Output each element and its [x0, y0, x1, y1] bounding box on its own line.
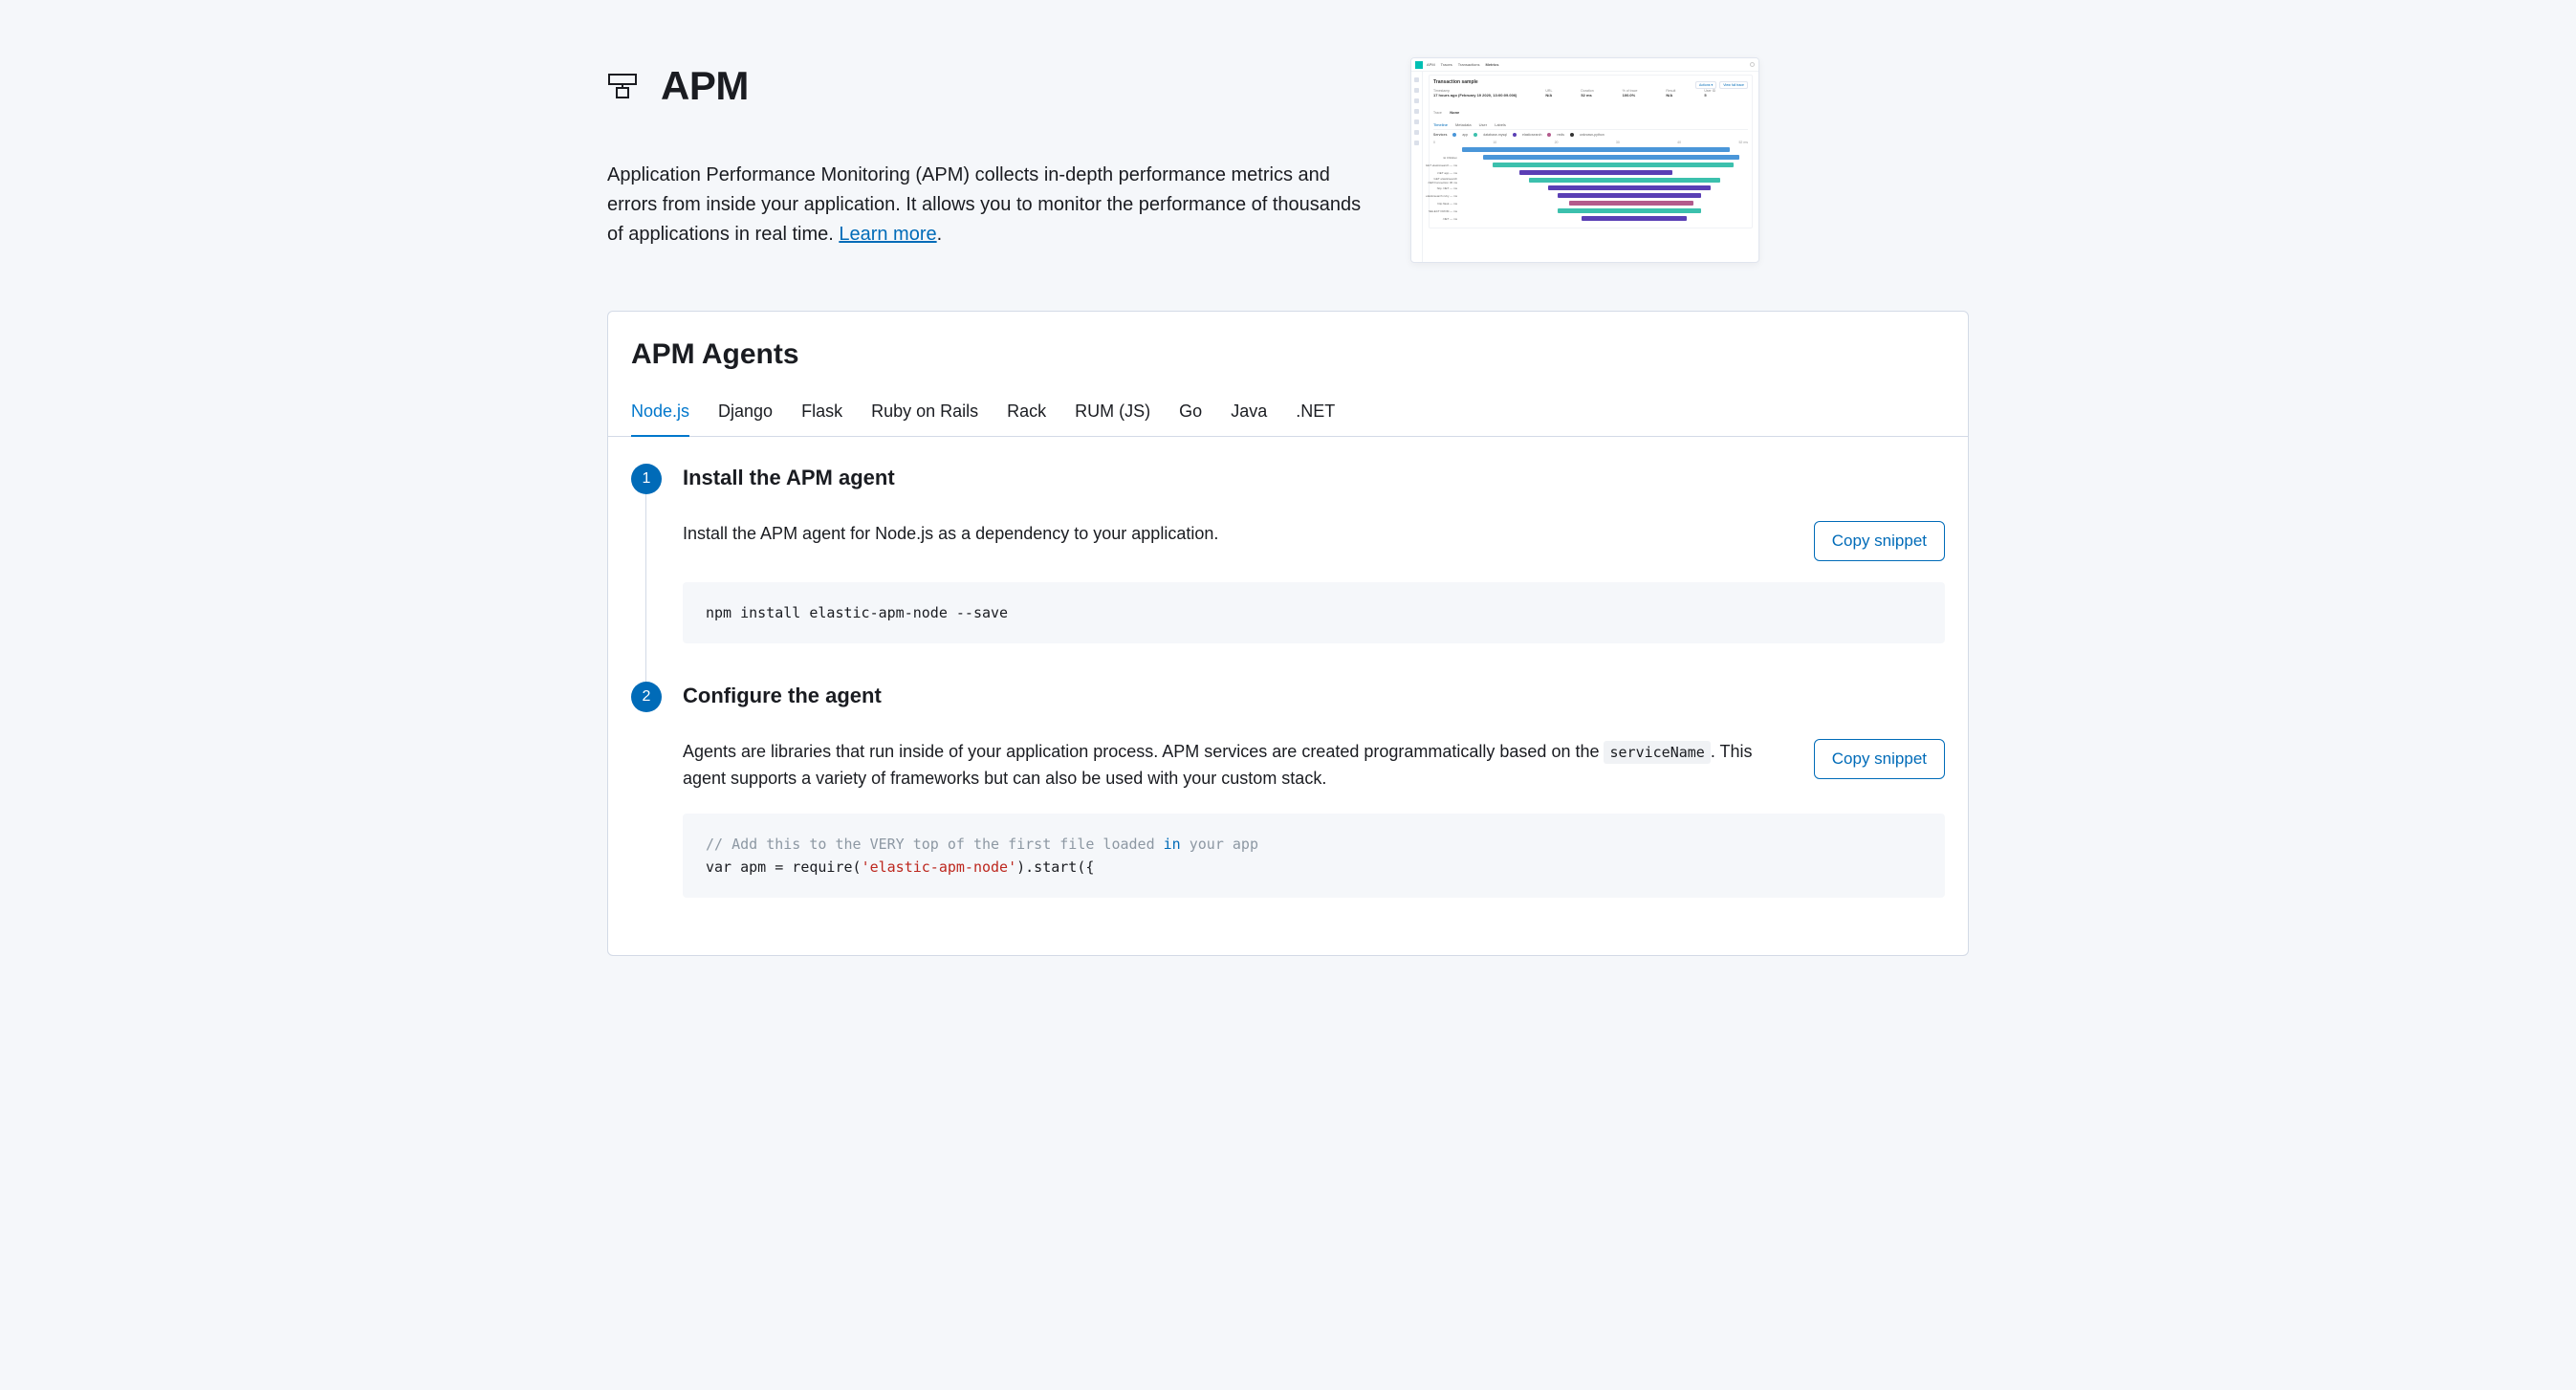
- step-number: 1: [631, 464, 662, 494]
- tab-java[interactable]: Java: [1231, 392, 1267, 437]
- tab-go[interactable]: Go: [1179, 392, 1202, 437]
- page-title: APM: [661, 63, 749, 109]
- tab-django[interactable]: Django: [718, 392, 773, 437]
- apm-agents-card: APM Agents Node.js Django Flask Ruby on Rai…: [607, 311, 1969, 956]
- tab-rum-js-[interactable]: RUM (JS): [1075, 392, 1150, 437]
- preview-thumbnail: APMTracesTransactionsMetrics Transaction…: [1410, 57, 1759, 263]
- tab-rack[interactable]: Rack: [1007, 392, 1046, 437]
- code-snippet: // Add this to the VERY top of the first…: [683, 814, 1945, 898]
- code-snippet: npm install elastic-apm-node --save: [683, 582, 1945, 643]
- tab-ruby-on-rails[interactable]: Ruby on Rails: [871, 392, 978, 437]
- step-number: 2: [631, 682, 662, 712]
- apm-icon: [607, 71, 638, 101]
- step-title: Configure the agent: [683, 684, 1945, 708]
- tab--net[interactable]: .NET: [1296, 392, 1335, 437]
- search-icon: [1750, 62, 1755, 67]
- page-description: Application Performance Monitoring (APM)…: [607, 161, 1363, 250]
- copy-snippet-button[interactable]: Copy snippet: [1814, 521, 1945, 561]
- agents-heading: APM Agents: [608, 338, 1968, 379]
- learn-more-link[interactable]: Learn more: [839, 224, 936, 245]
- copy-snippet-button[interactable]: Copy snippet: [1814, 739, 1945, 779]
- step-title: Install the APM agent: [683, 466, 1945, 490]
- step-description: Agents are libraries that run inside of …: [683, 739, 1795, 793]
- kibana-logo-icon: [1415, 61, 1423, 69]
- tab-flask[interactable]: Flask: [801, 392, 842, 437]
- tab-node-js[interactable]: Node.js: [631, 392, 689, 437]
- step-description: Install the APM agent for Node.js as a d…: [683, 521, 1795, 548]
